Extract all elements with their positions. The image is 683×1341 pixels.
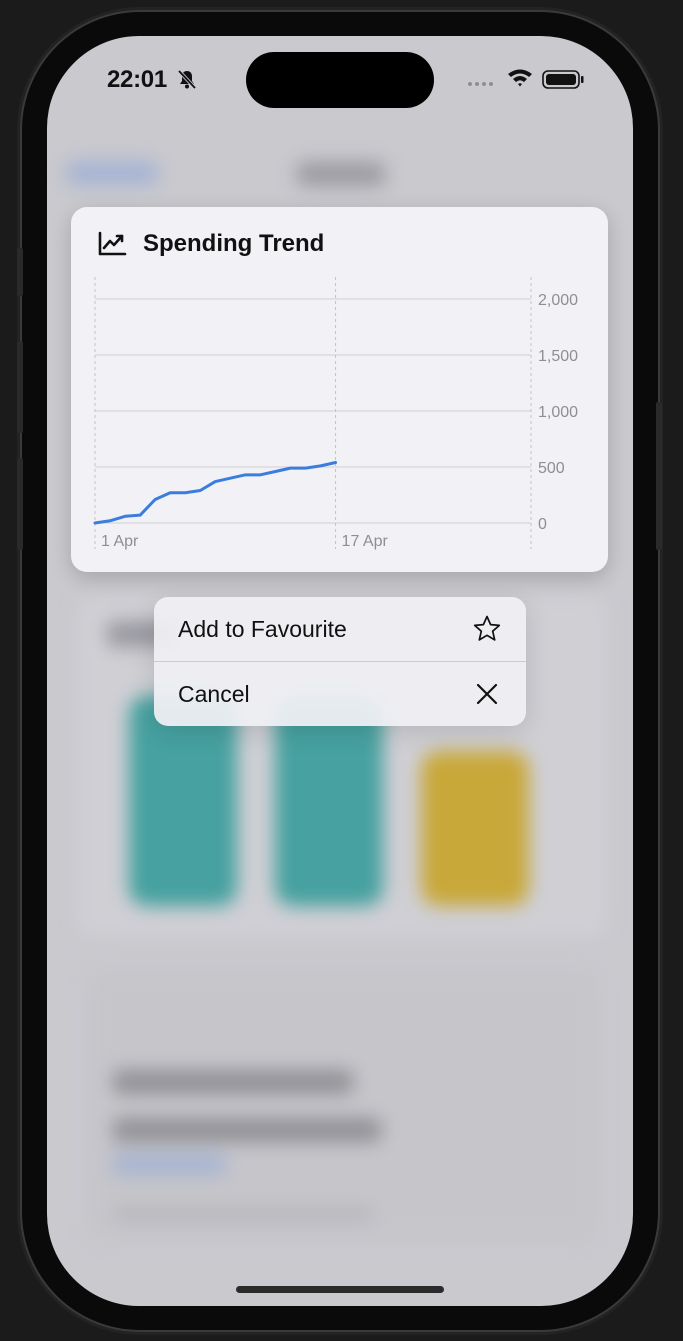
spending-trend-card[interactable]: Spending Trend 2,000 1,500 1,000 500 0 1 Apr 1…	[71, 207, 608, 572]
blurred-teal-tile	[129, 696, 237, 906]
y-tick-label: 1,000	[538, 404, 578, 421]
blurred-nav-back	[67, 162, 157, 184]
action-button	[17, 248, 23, 296]
series-line	[93, 461, 338, 525]
y-tick-label: 500	[538, 460, 565, 477]
blurred-nav-title	[297, 162, 385, 186]
cellular-icon	[468, 82, 493, 86]
blurred-caption-line	[113, 1208, 373, 1220]
x-tick-label: 17 Apr	[342, 533, 389, 550]
power-button	[656, 402, 662, 550]
star-icon	[473, 615, 501, 641]
screen: 22:01 Spending Trend 2,000 1,500 1,000 5…	[47, 36, 633, 1306]
add-to-favourite-menu-item[interactable]: Add to Favourite	[154, 597, 526, 661]
spending-line-chart: 2,000 1,500 1,000 500 0 1 Apr 17 Apr	[93, 277, 578, 550]
blurred-link-line	[113, 1154, 225, 1174]
home-indicator	[236, 1286, 444, 1293]
menu-item-label: Cancel	[178, 680, 250, 707]
x-tick-label: 1 Apr	[101, 533, 139, 550]
y-tick-label: 0	[538, 516, 547, 533]
battery-icon	[542, 70, 584, 89]
wifi-icon	[508, 69, 532, 87]
blurred-lower-card	[87, 971, 597, 1241]
status-icons	[468, 69, 584, 89]
blurred-text-line	[113, 1118, 381, 1142]
y-tick-label: 1,500	[538, 348, 578, 365]
blurred-teal-tile	[275, 696, 383, 906]
blurred-text-line	[113, 1070, 353, 1094]
volume-down-button	[17, 458, 23, 550]
blurred-yellow-tile	[421, 751, 529, 906]
y-tick-label: 2,000	[538, 292, 578, 309]
close-icon	[476, 683, 498, 705]
volume-up-button	[17, 341, 23, 433]
dynamic-island	[246, 52, 434, 108]
context-menu: Add to Favourite Cancel	[154, 597, 526, 726]
bell-slash-icon	[177, 69, 197, 90]
cancel-menu-item[interactable]: Cancel	[154, 661, 526, 726]
menu-item-label: Add to Favourite	[178, 615, 347, 642]
status-time: 22:01	[107, 66, 167, 93]
